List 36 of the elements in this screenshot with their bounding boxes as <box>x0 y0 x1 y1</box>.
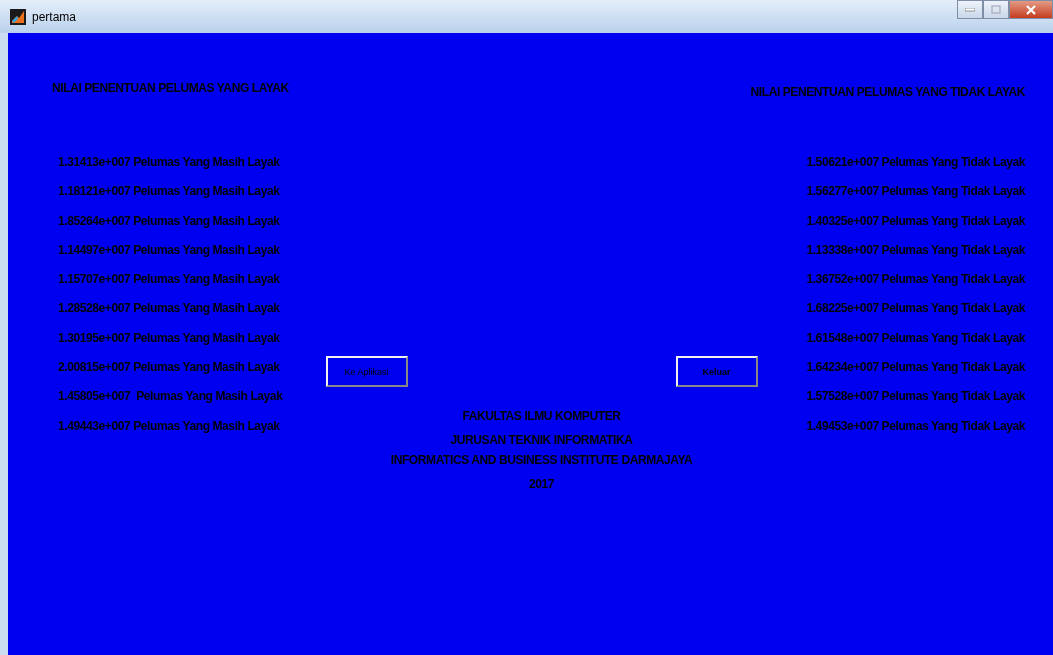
close-icon <box>1026 4 1036 15</box>
maximize-button[interactable] <box>983 0 1009 19</box>
result-text: 1.45805e+007 Pelumas Yang Masih Layak <box>58 389 284 404</box>
section-heading: NILAI PENENTUAN PELUMAS YANG TIDAK LAYAK <box>750 85 1025 99</box>
push-button[interactable]: Ke Aplikasi <box>325 356 408 387</box>
push-button[interactable]: Keluar <box>675 356 758 387</box>
result-text: 1.50621e+007 Pelumas Yang Tidak Layak <box>806 155 1025 169</box>
result-text: 1.68225e+007 Pelumas Yang Tidak Layak <box>806 301 1025 316</box>
footer-text: FAKULTAS ILMU KOMPUTER <box>462 409 621 423</box>
window-title: pertama <box>32 9 77 24</box>
result-text: 1.57528e+007 Pelumas Yang Tidak Layak <box>806 389 1025 404</box>
result-text: 1.13338e+007 Pelumas Yang Tidak Layak <box>806 242 1025 257</box>
result-text: 1.85264e+007 Pelumas Yang Masih Layak <box>58 213 281 228</box>
result-text: 1.61548e+007 Pelumas Yang Tidak Layak <box>806 330 1025 345</box>
result-text: 1.40325e+007 Pelumas Yang Tidak Layak <box>806 213 1025 228</box>
result-text: 1.18121e+007 Pelumas Yang Masih Layak <box>58 184 281 199</box>
result-text: 1.15707e+007 Pelumas Yang Masih Layak <box>58 272 281 287</box>
result-text: 2.00815e+007 Pelumas Yang Masih Layak <box>58 360 281 375</box>
minimize-icon <box>965 7 975 12</box>
result-text: 1.49443e+007 Pelumas Yang Masih Layak <box>58 418 281 433</box>
footer-text: INFORMATICS AND BUSINESS INSTITUTE DARMAJAYA <box>390 453 693 467</box>
section-heading: NILAI PENENTUAN PELUMAS YANG LAYAK <box>52 81 289 97</box>
result-text: 1.56277e+007 Pelumas Yang Tidak Layak <box>806 184 1025 199</box>
result-text: 1.14497e+007 Pelumas Yang Masih Layak <box>58 242 281 257</box>
footer-text: JURUSAN TEKNIK INFORMATIKA <box>450 433 633 447</box>
result-text: 1.64234e+007 Pelumas Yang Tidak Layak <box>806 360 1025 375</box>
minimize-button[interactable] <box>957 0 983 19</box>
result-text: 1.36752e+007 Pelumas Yang Tidak Layak <box>806 272 1025 287</box>
maximize-icon <box>991 5 1001 14</box>
footer-text: 2017 <box>528 477 555 491</box>
result-text: 1.28528e+007 Pelumas Yang Masih Layak <box>58 301 281 316</box>
app-icon <box>10 8 26 25</box>
result-text: 1.31413e+007 Pelumas Yang Masih Layak <box>58 155 281 169</box>
close-button[interactable] <box>1009 0 1053 19</box>
result-text: 1.49453e+007 Pelumas Yang Tidak Layak <box>806 418 1025 433</box>
result-text: 1.30195e+007 Pelumas Yang Masih Layak <box>58 330 281 345</box>
